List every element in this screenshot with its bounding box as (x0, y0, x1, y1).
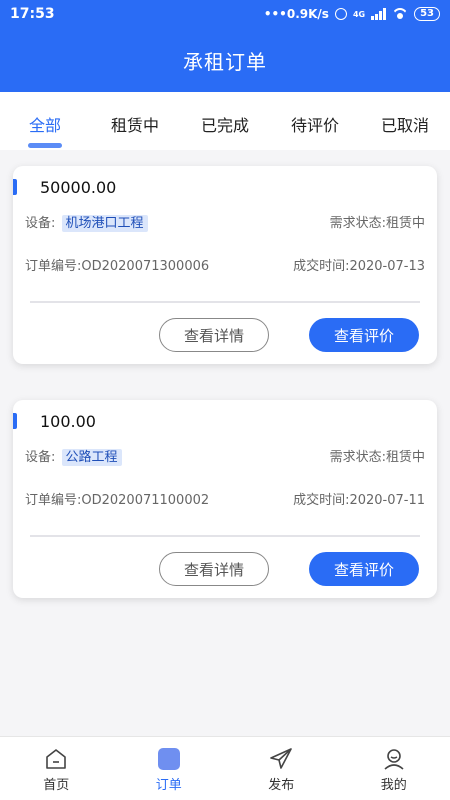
nav-home[interactable]: 首页 (0, 737, 113, 800)
nav-mine[interactable]: 我的 (338, 737, 450, 800)
view-review-button[interactable]: 查看评价 (309, 318, 419, 352)
nav-home-label: 首页 (43, 778, 70, 793)
order-amount: 50000.00 (40, 178, 117, 197)
view-review-button[interactable]: 查看评价 (309, 552, 419, 586)
view-detail-button[interactable]: 查看详情 (159, 318, 269, 352)
nav-orders-label: 订单 (155, 778, 182, 793)
order-info-row: 订单编号:OD2020071100002 成交时间:2020-07-11 (25, 489, 425, 508)
wifi-icon (392, 8, 408, 20)
status-icons: •••0.9K/s 4G 53 (264, 7, 440, 21)
device-info: 设备: 机场港口工程 (25, 212, 148, 232)
order-tabs: 全部 租赁中 已完成 待评价 已取消 (0, 92, 450, 150)
status-bar: 17:53 •••0.9K/s 4G 53 (0, 0, 450, 28)
order-amount: 100.00 (40, 412, 96, 431)
nav-orders[interactable]: 订单 (113, 737, 226, 800)
app-header: 17:53 •••0.9K/s 4G 53 承租订单 (0, 0, 450, 92)
tab-pending-review[interactable]: 待评价 (270, 92, 360, 150)
device-tag: 公路工程 (61, 449, 122, 466)
order-number: 订单编号:OD2020071100002 (25, 493, 210, 508)
order-icon (157, 748, 180, 770)
device-label: 设备: (25, 216, 56, 231)
nav-publish[interactable]: 发布 (225, 737, 338, 800)
bottom-nav: 首页 订单 发布 我的 (0, 736, 450, 800)
device-row: 设备: 机场港口工程 需求状态:租赁中 (25, 212, 425, 232)
view-detail-button[interactable]: 查看详情 (159, 552, 269, 586)
alarm-icon (334, 8, 347, 20)
signal-label: 4G (352, 9, 366, 19)
nav-mine-label: 我的 (380, 778, 407, 793)
card-accent-bar (13, 179, 17, 195)
deal-time: 成交时间:2020-07-13 (293, 259, 425, 274)
device-label: 设备: (25, 450, 56, 465)
status-time: 17:53 (10, 6, 55, 22)
tab-cancelled[interactable]: 已取消 (360, 92, 450, 150)
card-accent-bar (13, 413, 17, 429)
device-row: 设备: 公路工程 需求状态:租赁中 (25, 446, 425, 466)
tab-completed[interactable]: 已完成 (180, 92, 270, 150)
home-icon (46, 749, 67, 769)
device-info: 设备: 公路工程 (25, 446, 122, 466)
deal-time: 成交时间:2020-07-11 (293, 493, 425, 508)
divider (30, 301, 420, 303)
battery-icon: 53 (414, 7, 440, 21)
page-title: 承租订单 (183, 50, 267, 74)
device-tag: 机场港口工程 (61, 215, 148, 232)
user-icon (384, 749, 404, 770)
demand-status: 需求状态:租赁中 (329, 450, 425, 465)
demand-status: 需求状态:租赁中 (329, 216, 425, 231)
tab-renting[interactable]: 租赁中 (90, 92, 180, 150)
network-speed: •••0.9K/s (263, 7, 329, 21)
order-card: 100.00 设备: 公路工程 需求状态:租赁中 订单编号:OD20200711… (13, 400, 437, 598)
tab-all[interactable]: 全部 (0, 92, 90, 150)
order-info-row: 订单编号:OD2020071300006 成交时间:2020-07-13 (25, 255, 425, 274)
signal-icon (371, 8, 387, 20)
order-number: 订单编号:OD2020071300006 (25, 259, 210, 274)
paper-plane-icon (270, 748, 293, 769)
divider (30, 535, 420, 537)
nav-publish-label: 发布 (268, 778, 295, 793)
order-card: 50000.00 设备: 机场港口工程 需求状态:租赁中 订单编号:OD2020… (13, 166, 437, 364)
